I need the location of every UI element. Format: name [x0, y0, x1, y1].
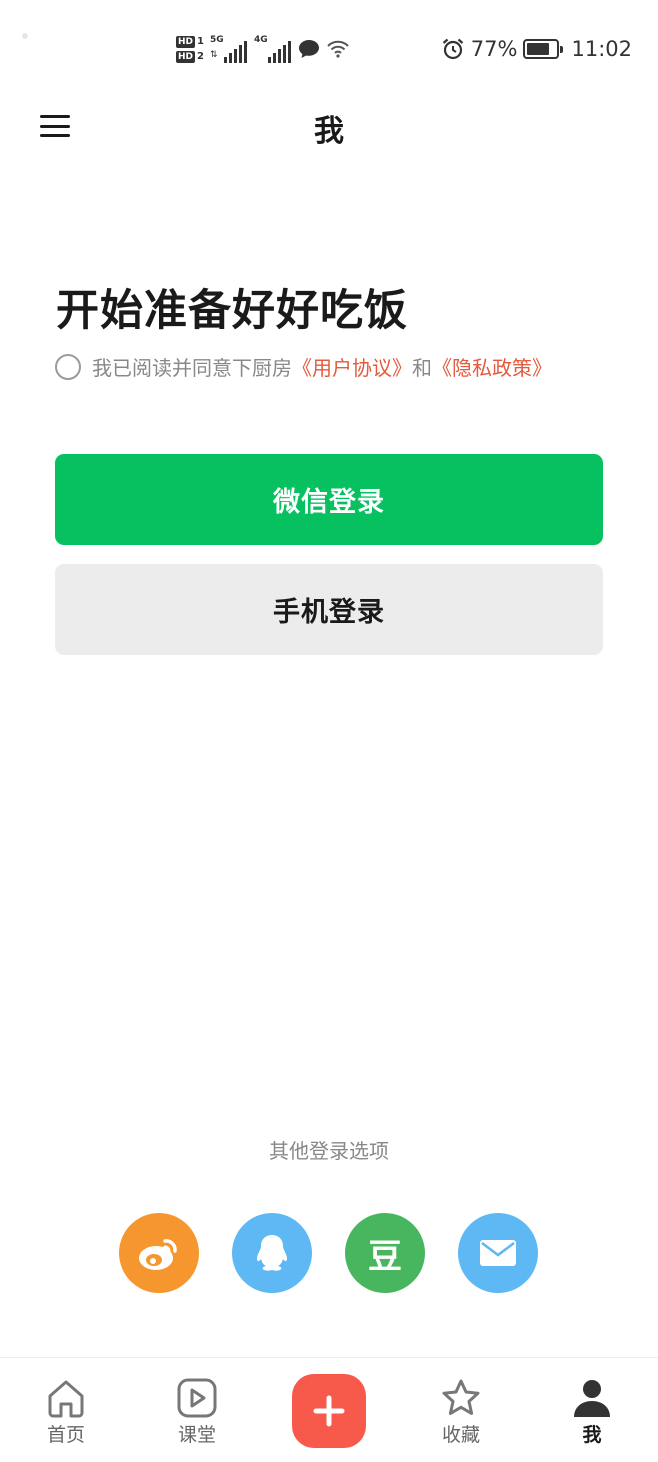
wechat-login-button[interactable]: 微信登录 — [55, 454, 603, 545]
tab-class-label: 课堂 — [177, 1424, 216, 1446]
status-right: 77% 11:02 — [441, 34, 632, 64]
tab-me-label: 我 — [582, 1424, 602, 1446]
qq-icon — [256, 1235, 288, 1271]
phone-login-button[interactable]: 手机登录 — [55, 564, 603, 655]
privacy-policy-link[interactable]: 《隐私政策》 — [432, 352, 552, 381]
weibo-login-button[interactable] — [119, 1213, 199, 1293]
page-title: 我 — [314, 114, 344, 149]
agreement-row: 我已阅读并同意下厨房 《用户协议》 和 《隐私政策》 — [55, 352, 552, 381]
status-dot — [22, 33, 28, 39]
plus-icon — [313, 1395, 345, 1427]
add-recipe-button[interactable] — [292, 1374, 366, 1448]
home-icon — [48, 1380, 84, 1418]
battery-level — [527, 43, 550, 55]
battery-percent: 77% — [470, 37, 518, 61]
status-bar: HD 1 HD 2 5G ⇅ 4G 77% 11:02 — [0, 0, 658, 96]
douban-login-button[interactable]: 豆 — [345, 1213, 425, 1293]
network-indicators: HD 1 HD 2 5G ⇅ 4G — [176, 28, 350, 70]
person-icon — [574, 1380, 610, 1417]
agreement-radio[interactable] — [55, 353, 81, 380]
signal-4g-icon: 4G — [254, 35, 292, 63]
mail-icon — [480, 1240, 516, 1266]
weibo-icon — [139, 1239, 177, 1270]
wifi-icon — [327, 40, 349, 58]
tab-class[interactable]: 课堂 — [147, 1358, 247, 1462]
tab-me[interactable]: 我 — [542, 1358, 642, 1462]
mail-login-button[interactable] — [458, 1213, 538, 1293]
tab-favorites-label: 收藏 — [441, 1424, 480, 1446]
alarm-icon — [442, 38, 464, 60]
qq-login-button[interactable] — [232, 1213, 312, 1293]
headline: 开始准备好好吃饭 — [56, 286, 408, 336]
star-icon — [442, 1379, 480, 1415]
tab-home[interactable]: 首页 — [16, 1358, 116, 1462]
other-login-label: 其他登录选项 — [269, 1139, 389, 1163]
battery-icon — [523, 39, 564, 59]
tab-favorites[interactable]: 收藏 — [411, 1358, 511, 1462]
hd-badge-1: HD 1 — [176, 35, 204, 48]
clock: 11:02 — [571, 37, 632, 61]
agreement-and-text: 和 — [412, 356, 432, 380]
message-icon — [298, 40, 319, 58]
hd-badges: HD 1 HD 2 — [176, 35, 204, 63]
hd-badge-2: HD 2 — [176, 50, 204, 63]
signal-5g-icon: 5G ⇅ — [210, 35, 248, 63]
play-icon — [177, 1378, 217, 1418]
douban-icon: 豆 — [368, 1236, 402, 1277]
tab-home-label: 首页 — [46, 1424, 85, 1446]
agreement-text: 我已阅读并同意下厨房 — [92, 356, 292, 380]
user-agreement-link[interactable]: 《用户协议》 — [292, 352, 412, 381]
